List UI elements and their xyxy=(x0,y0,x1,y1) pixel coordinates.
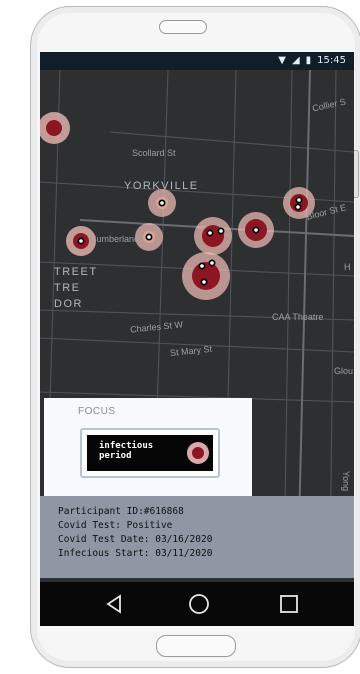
covid-test-result: Covid Test: Positive xyxy=(58,520,173,531)
focus-title: FOCUS xyxy=(78,406,116,417)
home-icon[interactable] xyxy=(184,590,214,618)
toggle-label: infectious period xyxy=(99,441,154,461)
wifi-icon: ▼ xyxy=(278,55,286,66)
map-label-h: H xyxy=(344,262,351,272)
participant-info-panel: Participant ID:#616868 Covid Test: Posit… xyxy=(40,496,354,578)
battery-icon: ▮ xyxy=(305,55,312,66)
map-label-yong: Yong xyxy=(341,470,352,492)
participant-id: Participant ID:#616868 xyxy=(58,506,184,517)
map-label-glou: Glou xyxy=(334,366,354,376)
phone-screen: ▼ ◢ ▮ 15:45 Scollard St Collier S YORKVI… xyxy=(40,52,354,626)
phone-speaker xyxy=(159,20,207,34)
infectious-start: Infecious Start: 03/11/2020 xyxy=(58,548,213,559)
signal-icon: ◢ xyxy=(291,55,300,66)
phone-home-button xyxy=(156,635,236,657)
map-label-yorkville: YORKVILLE xyxy=(124,180,199,192)
map-label-dor: DOR xyxy=(54,298,83,310)
map-label-street: TREET xyxy=(54,266,98,278)
map-label-scollard: Scollard St xyxy=(132,148,176,158)
map-label-caa: CAA Theatre xyxy=(272,312,324,322)
recents-icon[interactable] xyxy=(274,590,304,618)
android-nav-bar xyxy=(40,582,354,626)
map-label-tre: TRE xyxy=(54,282,81,294)
focus-card: FOCUS infectious period xyxy=(44,398,252,496)
toggle-inner: infectious period xyxy=(87,435,213,471)
infectious-period-toggle[interactable]: infectious period xyxy=(80,428,220,478)
map-label-cumberland: Cumberland xyxy=(90,234,140,244)
status-time: 15:45 xyxy=(317,55,346,66)
covid-test-date: Covid Test Date: 03/16/2020 xyxy=(58,534,213,545)
back-icon[interactable] xyxy=(100,590,130,618)
hotspot-legend-icon xyxy=(187,442,209,464)
status-bar: ▼ ◢ ▮ 15:45 xyxy=(40,52,354,70)
